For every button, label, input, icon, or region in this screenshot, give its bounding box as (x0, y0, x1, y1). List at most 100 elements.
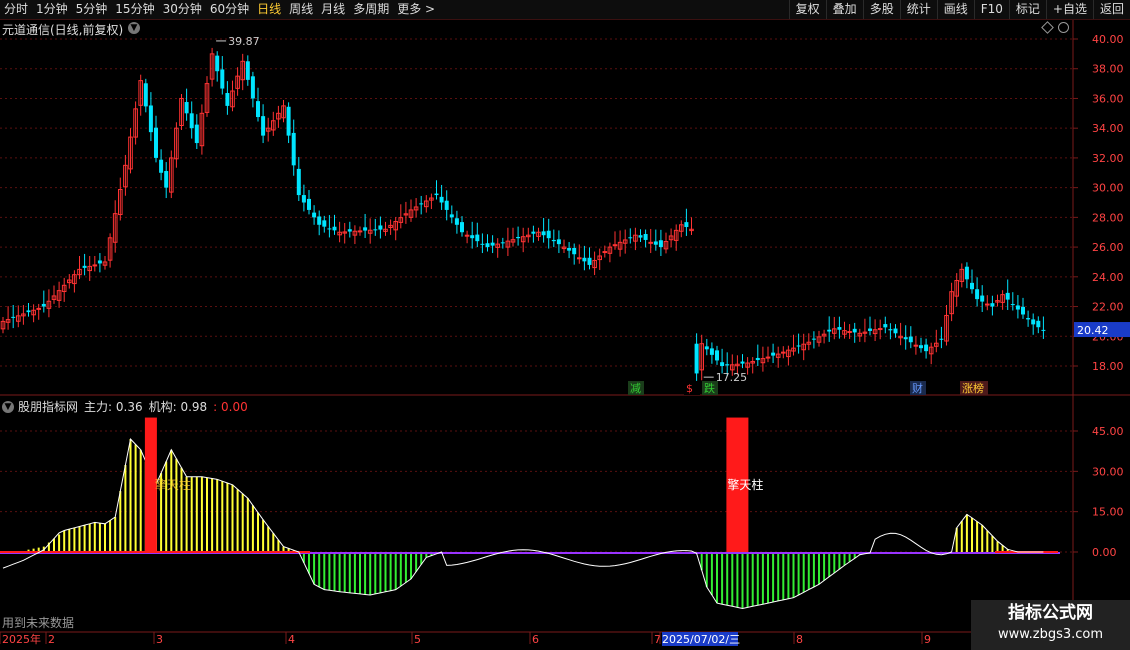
candle-body (541, 231, 546, 236)
indicator-tick-label: 30.00 (1092, 465, 1124, 478)
candle-body (643, 234, 648, 240)
price-tick-label: 18.00 (1092, 360, 1124, 373)
price-tick-label: 38.00 (1092, 63, 1124, 76)
candle-body (648, 241, 654, 244)
candle-body (924, 344, 929, 352)
candle-body (638, 235, 643, 238)
indicator-extra-value: : 0.00 (213, 399, 248, 414)
candle-body (546, 230, 551, 239)
candle-body (215, 55, 220, 72)
date-tick-label: 2025/07/02/三 (662, 633, 740, 646)
candle-body (143, 83, 148, 107)
indicator-tick-label: 45.00 (1092, 425, 1124, 438)
date-tick-label: 9 (924, 633, 931, 646)
candle-body (475, 234, 480, 242)
candle-body (296, 168, 301, 196)
candle-body (36, 307, 42, 310)
candle-body (913, 344, 919, 347)
candle-body (194, 124, 199, 144)
candle-body (658, 240, 663, 248)
candle-body (449, 214, 454, 218)
candle-body (720, 362, 725, 366)
candle-body (709, 348, 714, 355)
candle-body (577, 257, 582, 260)
candle-body (460, 222, 464, 233)
price-tick-label: 36.00 (1092, 92, 1124, 105)
indicator-name[interactable]: 股朋指标网 (18, 398, 78, 415)
candle-body (582, 257, 587, 262)
watermark: 指标公式网 www.zbgs3.com (971, 600, 1130, 650)
candle-body (628, 237, 633, 239)
current-price-label: 20.42 (1077, 324, 1109, 337)
candle-body (1015, 305, 1020, 310)
candle-body (704, 346, 709, 350)
event-badge-label: $ (686, 382, 693, 395)
candle-body (256, 101, 260, 118)
candle-body (439, 196, 444, 203)
candle-body (301, 195, 306, 203)
high-price-label: 39.87 (228, 35, 260, 48)
candle-body (11, 316, 16, 318)
low-price-label: 17.25 (716, 371, 748, 384)
candle-body (827, 329, 832, 332)
candle-body (694, 343, 699, 374)
candle-body (1036, 320, 1041, 328)
candle-body (317, 216, 322, 225)
candle-body (980, 295, 985, 302)
candle-body (847, 331, 852, 334)
date-tick-label: 6 (532, 633, 539, 646)
candle-body (684, 222, 689, 228)
candle-body (567, 247, 572, 251)
candle-body (464, 234, 470, 237)
candle-body (261, 116, 266, 136)
candle-body (781, 351, 786, 354)
candle-body (291, 132, 296, 166)
watermark-title: 指标公式网 (1008, 603, 1093, 623)
candle-body (245, 61, 250, 80)
candle-body (755, 357, 760, 361)
candle-body (378, 225, 383, 230)
date-tick-label: 8 (796, 633, 803, 646)
indicator-header: ▼ 股朋指标网 主力: 0.36 机构: 0.98 : 0.00 (2, 398, 248, 415)
candle-body (572, 247, 577, 255)
candle-body (164, 170, 169, 188)
candle-body (1041, 329, 1046, 331)
stock-title: 元道通信(日线,前复权) (2, 23, 124, 37)
candle-body (373, 229, 378, 231)
candle-body (725, 364, 730, 366)
candle-body (470, 235, 475, 239)
candle-body (490, 242, 495, 246)
candle-body (500, 242, 505, 244)
circle-icon[interactable] (1058, 22, 1069, 33)
candle-body (888, 329, 893, 331)
date-tick-label: 3 (156, 633, 163, 646)
chevron-down-icon[interactable]: ▼ (128, 22, 140, 34)
event-badge-label: 涨榜 (962, 381, 984, 395)
candle-body (653, 241, 658, 245)
candle-body (990, 303, 995, 307)
candle-body (883, 324, 888, 328)
date-tick-label: 4 (288, 633, 295, 646)
chevron-down-icon[interactable]: ▼ (2, 400, 14, 413)
candle-body (587, 257, 592, 265)
indicator-tick-label: 15.00 (1092, 506, 1124, 519)
price-tick-label: 30.00 (1092, 182, 1124, 195)
event-badge-label: 财 (912, 381, 923, 395)
candle-body (1021, 306, 1025, 315)
candle-body (740, 361, 745, 364)
price-tick-label: 22.00 (1092, 301, 1124, 314)
candle-body (220, 69, 225, 89)
candle-body (975, 289, 980, 300)
date-tick-label: 5 (414, 633, 421, 646)
candle-body (41, 303, 46, 307)
candle-body (1031, 319, 1036, 325)
candle-body (26, 310, 31, 313)
date-tick-label: 2025年 (2, 632, 41, 646)
candle-body (97, 260, 102, 264)
price-tick-label: 34.00 (1092, 122, 1124, 135)
candle-body (225, 93, 230, 106)
future-data-note: 用到未来数据 (2, 616, 75, 630)
pillar-label-left: 擎天柱 (155, 477, 191, 492)
candle-body (159, 159, 164, 173)
candle-body (908, 336, 913, 343)
